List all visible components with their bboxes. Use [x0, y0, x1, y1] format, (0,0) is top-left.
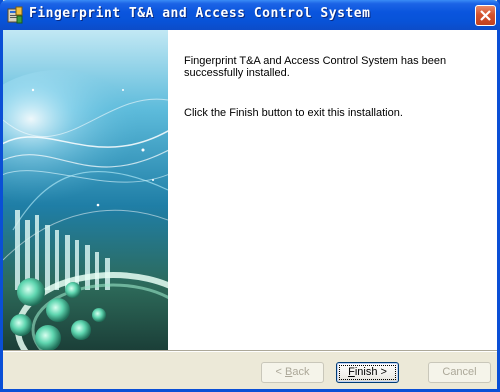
back-button-prefix: < — [275, 366, 285, 378]
installer-icon[interactable] — [6, 6, 24, 24]
back-button[interactable]: < Back — [261, 362, 324, 383]
finish-button[interactable]: Finish > — [336, 362, 399, 383]
finish-instruction-message: Click the Finish button to exit this ins… — [184, 107, 403, 119]
finish-button-accel: F — [348, 366, 355, 378]
wizard-side-image — [3, 30, 168, 350]
cancel-button[interactable]: Cancel — [428, 362, 491, 383]
button-separator — [3, 350, 497, 352]
install-success-message: Fingerprint T&A and Access Control Syste… — [184, 55, 447, 79]
wizard-content: Fingerprint T&A and Access Control Syste… — [3, 30, 497, 350]
back-button-label: ack — [292, 366, 310, 378]
finish-button-focus: Finish > — [339, 365, 396, 380]
close-icon — [480, 10, 491, 21]
finish-button-label: inish > — [354, 366, 387, 378]
installer-window: Fingerprint T&A and Access Control Syste… — [0, 0, 500, 392]
close-button[interactable] — [475, 5, 496, 26]
window-title: Fingerprint T&A and Access Control Syste… — [29, 6, 371, 21]
title-bar[interactable]: Fingerprint T&A and Access Control Syste… — [0, 0, 500, 30]
